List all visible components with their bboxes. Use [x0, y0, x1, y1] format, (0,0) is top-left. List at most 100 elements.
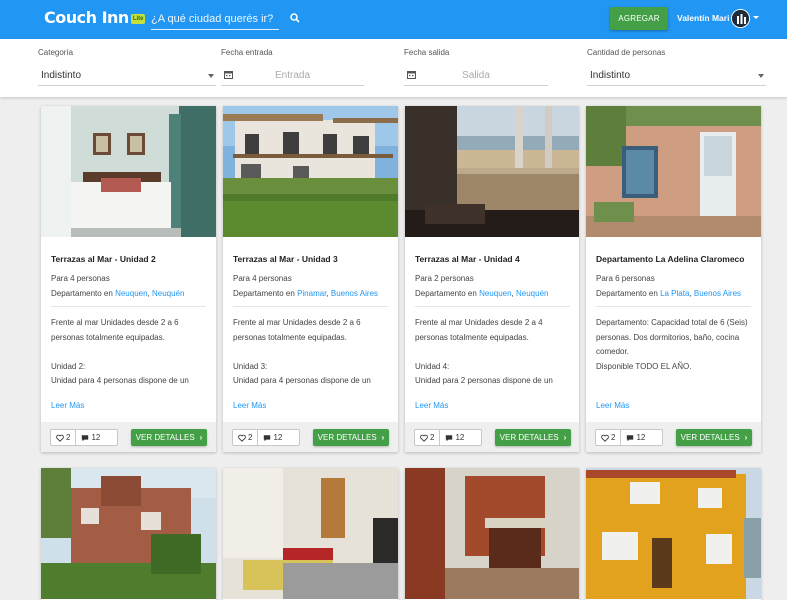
listing-card — [586, 468, 761, 600]
listing-card: Terrazas al Mar - Unidad 4 Para 2 person… — [405, 106, 579, 452]
comment-icon — [627, 434, 634, 441]
listing-description: Frente al mar Unidades desde 2 a 4 perso… — [415, 318, 553, 386]
listing-photo[interactable] — [223, 468, 398, 599]
reactions-group: 2 12 — [414, 429, 482, 446]
divider — [233, 306, 388, 307]
people-value: Indistinto — [590, 70, 631, 81]
listing-title[interactable]: Terrazas al Mar - Unidad 2 — [51, 254, 216, 264]
view-details-button[interactable]: VER DETALLES › — [313, 429, 389, 446]
divider — [596, 306, 751, 307]
listing-photo[interactable] — [41, 468, 216, 599]
listing-location: Departamento en Pinamar, Buenos Aires — [233, 289, 379, 298]
view-details-label: VER DETALLES — [499, 433, 559, 442]
avatar[interactable] — [731, 9, 750, 28]
card-footer: 2 12 VER DETALLES › — [223, 422, 398, 452]
listing-photo[interactable] — [586, 106, 761, 237]
view-details-label: VER DETALLES — [135, 433, 195, 442]
listing-photo[interactable] — [223, 106, 398, 237]
province-link[interactable]: Buenos Aires — [694, 289, 741, 298]
city-link[interactable]: La Plata — [660, 289, 689, 298]
view-details-button[interactable]: VER DETALLES › — [495, 429, 571, 446]
top-navbar: Couch Inn Lite AGREGAR Valentín Mari — [0, 0, 787, 39]
category-select[interactable]: Indistinto — [38, 66, 216, 86]
comments-button[interactable]: 12 — [75, 430, 105, 445]
people-label: Cantidad de personas — [587, 48, 666, 57]
checkin-field[interactable]: Entrada — [221, 66, 364, 86]
listing-photo[interactable] — [405, 106, 579, 237]
comment-count: 12 — [636, 433, 646, 442]
heart-icon — [601, 434, 609, 442]
card-footer: 2 12 VER DETALLES › — [41, 422, 216, 452]
listing-guests: Para 4 personas — [233, 274, 292, 283]
city-link[interactable]: Neuquen — [479, 289, 511, 298]
province-link[interactable]: Buenos Aires — [331, 289, 378, 298]
city-link[interactable]: Neuquen — [115, 289, 147, 298]
like-button[interactable]: 2 — [415, 430, 439, 445]
listing-photo[interactable] — [586, 468, 761, 599]
filter-bar: Categoría Indistinto Fecha entrada Entra… — [0, 39, 787, 97]
listing-card — [41, 468, 216, 600]
filter-checkin: Fecha entrada Entrada — [221, 39, 364, 97]
view-details-button[interactable]: VER DETALLES › — [131, 429, 207, 446]
user-name[interactable]: Valentín Mari — [677, 13, 729, 23]
listing-location: Departamento en Neuquen, Neuquén — [51, 289, 185, 298]
like-button[interactable]: 2 — [51, 430, 75, 445]
read-more-link[interactable]: Leer Más — [233, 401, 266, 410]
category-value: Indistinto — [41, 70, 82, 81]
logo[interactable]: Couch Inn Lite — [44, 8, 146, 30]
listing-card — [223, 468, 398, 600]
listing-guests: Para 6 personas — [596, 274, 655, 283]
comments-button[interactable]: 12 — [620, 430, 650, 445]
chevron-right-icon: › — [199, 433, 203, 442]
reactions-group: 2 12 — [232, 429, 300, 446]
checkin-label: Fecha entrada — [221, 48, 273, 57]
comments-button[interactable]: 12 — [439, 430, 469, 445]
listing-description: Frente al mar Unidades desde 2 a 6 perso… — [233, 318, 371, 386]
read-more-link[interactable]: Leer Más — [596, 401, 629, 410]
read-more-link[interactable]: Leer Más — [415, 401, 448, 410]
view-details-label: VER DETALLES — [680, 433, 740, 442]
chevron-right-icon: › — [744, 433, 748, 442]
province-link[interactable]: Neuquén — [516, 289, 548, 298]
add-listing-button[interactable]: AGREGAR — [610, 7, 668, 30]
listing-card: Terrazas al Mar - Unidad 3 Para 4 person… — [223, 106, 398, 452]
listing-guests: Para 4 personas — [51, 274, 110, 283]
comment-count: 12 — [91, 433, 101, 442]
user-menu-caret-icon[interactable] — [753, 16, 759, 19]
listing-description: Frente al mar Unidades desde 2 a 6 perso… — [51, 318, 189, 386]
checkout-field[interactable]: Salida — [404, 66, 548, 86]
chevron-down-icon — [758, 74, 764, 78]
read-more-link[interactable]: Leer Más — [51, 401, 84, 410]
chevron-right-icon: › — [563, 433, 567, 442]
listing-type: Departamento en — [596, 289, 658, 298]
listing-title[interactable]: Terrazas al Mar - Unidad 3 — [233, 254, 398, 264]
listing-title[interactable]: Terrazas al Mar - Unidad 4 — [415, 254, 579, 264]
checkout-placeholder: Salida — [462, 70, 490, 81]
city-link[interactable]: Pinamar — [297, 289, 326, 298]
search-icon[interactable] — [290, 13, 300, 23]
listing-location: Departamento en La Plata, Buenos Aires — [596, 289, 742, 298]
view-details-button[interactable]: VER DETALLES › — [676, 429, 752, 446]
checkin-placeholder: Entrada — [274, 70, 311, 81]
divider — [51, 306, 206, 307]
like-button[interactable]: 2 — [233, 430, 257, 445]
listing-location: Departamento en Neuquen, Neuquén — [415, 289, 549, 298]
listing-guests: Para 2 personas — [415, 274, 474, 283]
filter-people: Cantidad de personas Indistinto — [587, 39, 766, 97]
comments-button[interactable]: 12 — [257, 430, 287, 445]
chevron-right-icon: › — [381, 433, 385, 442]
logo-badge: Lite — [130, 14, 146, 24]
city-search-input[interactable] — [151, 8, 279, 29]
like-count: 2 — [611, 433, 616, 442]
listing-photo[interactable] — [41, 106, 216, 237]
like-button[interactable]: 2 — [596, 430, 620, 445]
comment-icon — [82, 434, 89, 441]
comment-count: 12 — [455, 433, 465, 442]
listing-card — [405, 468, 579, 600]
province-link[interactable]: Neuquén — [152, 289, 184, 298]
listing-title[interactable]: Departamento La Adelina Claromeco — [596, 254, 761, 264]
comment-icon — [446, 434, 453, 441]
listing-photo[interactable] — [405, 468, 579, 599]
listing-type: Departamento en — [415, 289, 477, 298]
people-select[interactable]: Indistinto — [587, 66, 766, 86]
